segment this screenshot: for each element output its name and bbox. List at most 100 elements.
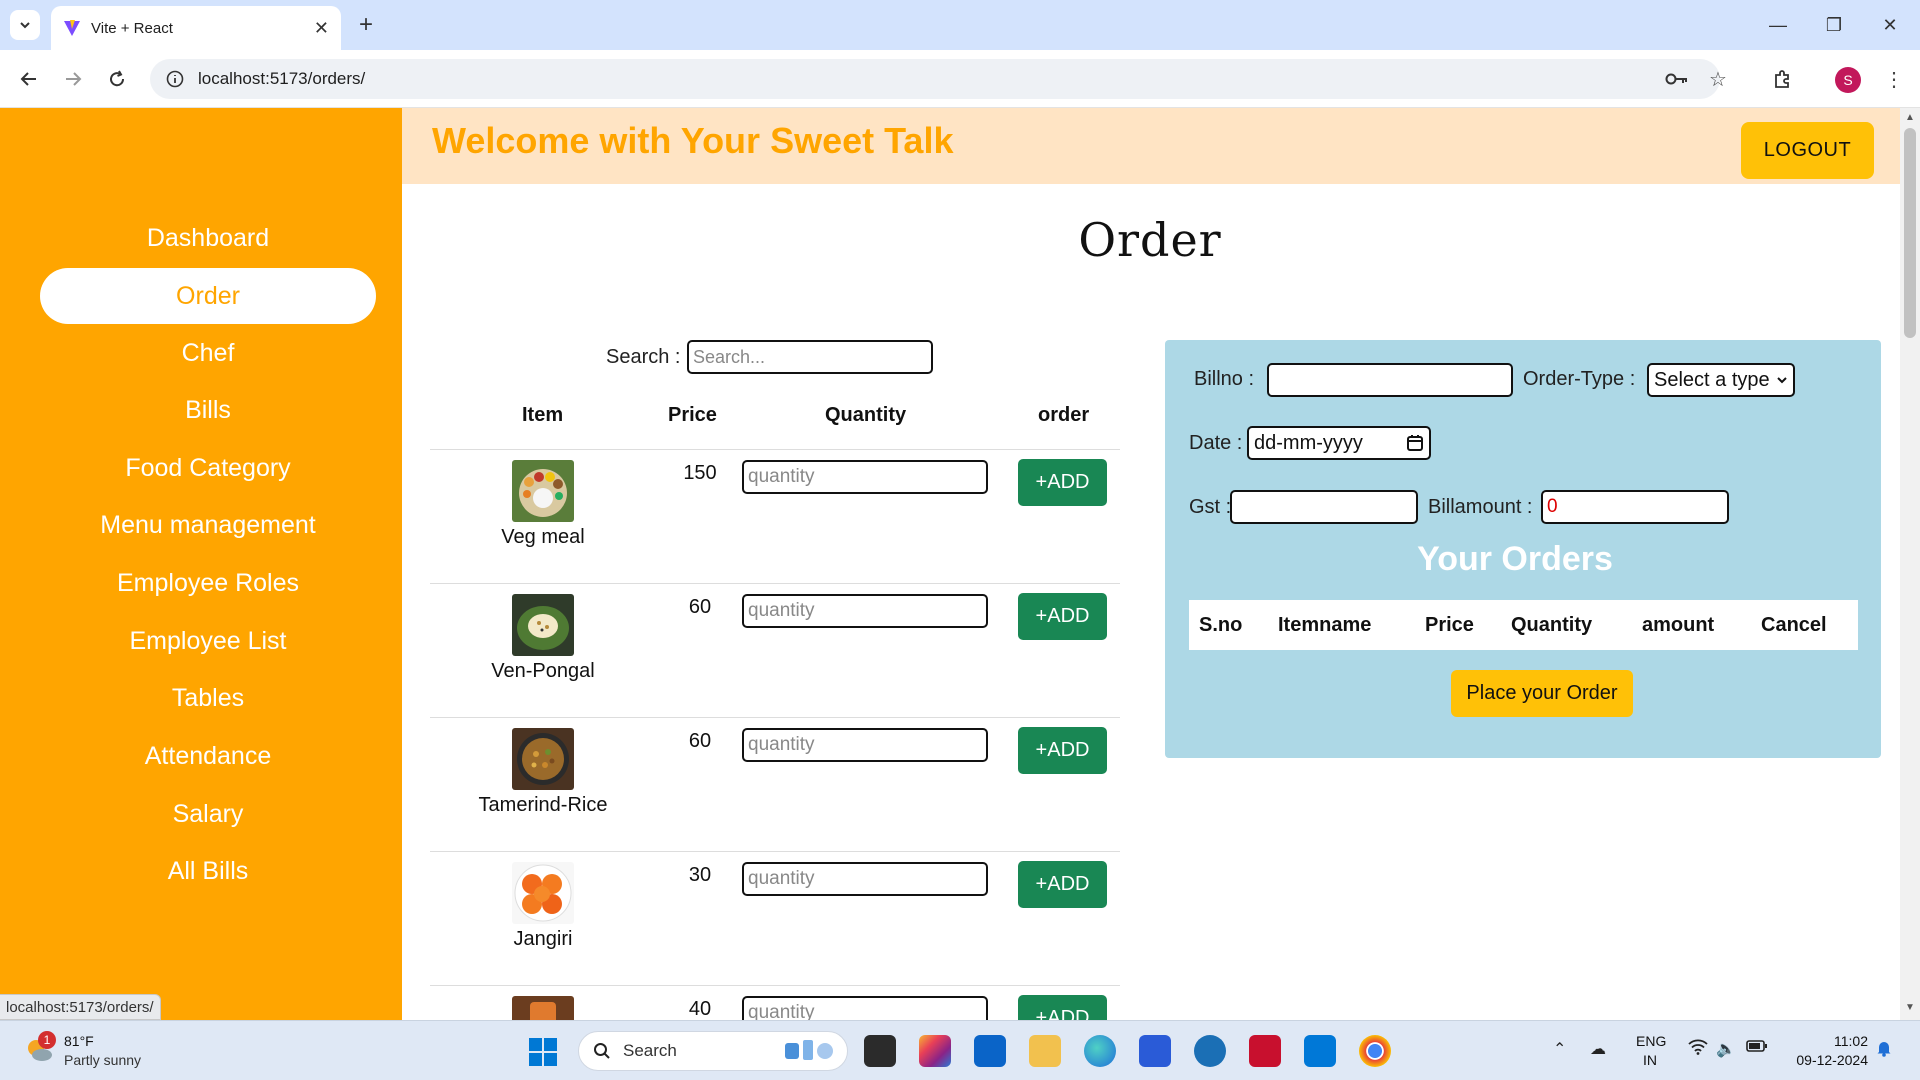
arrow-right-icon: [66, 72, 82, 86]
scroll-down-icon[interactable]: ▼: [1904, 1002, 1916, 1013]
gst-input[interactable]: [1230, 490, 1418, 524]
back-button[interactable]: [14, 64, 44, 94]
chrome-app-icon[interactable]: [1359, 1035, 1391, 1067]
browser-menu-icon[interactable]: ⋮: [1879, 64, 1909, 94]
sidebar-item-food-category[interactable]: Food Category: [40, 440, 376, 496]
sidebar-item-employee-roles[interactable]: Employee Roles: [40, 555, 376, 611]
order-type-select[interactable]: Select a type: [1647, 363, 1795, 397]
veg-meal-image: [512, 460, 574, 522]
dell-app-icon[interactable]: [1194, 1035, 1226, 1067]
status-bar-url: localhost:5173/orders/: [0, 994, 161, 1020]
wifi-icon[interactable]: [1688, 1039, 1708, 1060]
billno-label: Billno :: [1194, 368, 1255, 390]
sidebar-item-order[interactable]: Order: [40, 268, 376, 324]
page-scrollbar[interactable]: ▲ ▼: [1900, 108, 1920, 1020]
column-header-quantity: Quantity: [825, 404, 907, 426]
weather-notification-badge: 1: [38, 1031, 56, 1049]
battery-icon[interactable]: [1746, 1039, 1768, 1058]
column-header-cancel: Cancel: [1761, 614, 1827, 636]
chevron-down-icon: [1777, 377, 1787, 384]
close-window-button[interactable]: ✕: [1862, 0, 1918, 50]
notification-bell-icon[interactable]: [1876, 1039, 1892, 1062]
scroll-up-icon[interactable]: ▲: [1904, 112, 1916, 123]
clock-date[interactable]: 09-12-2024: [1786, 1052, 1868, 1068]
site-info-icon[interactable]: [166, 70, 184, 88]
add-button[interactable]: +ADD: [1018, 727, 1107, 774]
tab-search-button[interactable]: [10, 10, 40, 40]
drink-image: [512, 996, 574, 1020]
add-button[interactable]: +ADD: [1018, 593, 1107, 640]
taskbar-search-label: Search: [623, 1041, 677, 1060]
calendar-icon[interactable]: [1406, 434, 1424, 452]
onedrive-cloud-icon[interactable]: ☁: [1590, 1039, 1606, 1059]
welcome-title: Welcome with Your Sweet Talk: [432, 120, 954, 161]
copilot-app-icon[interactable]: [919, 1035, 951, 1067]
file-explorer-app-icon[interactable]: [1029, 1035, 1061, 1067]
date-input[interactable]: dd-mm-yyyy: [1247, 426, 1431, 460]
language-region[interactable]: IN: [1643, 1052, 1657, 1068]
sidebar-item-employee-list[interactable]: Employee List: [40, 613, 376, 669]
reload-icon: [110, 70, 125, 87]
vscode-app-icon[interactable]: [1304, 1035, 1336, 1067]
reload-button[interactable]: [102, 64, 132, 94]
sidebar-item-attendance[interactable]: Attendance: [40, 728, 376, 784]
quantity-input[interactable]: [742, 996, 988, 1020]
date-placeholder: dd-mm-yyyy: [1254, 431, 1363, 454]
sidebar-item-bills[interactable]: Bills: [40, 382, 376, 438]
top-header: Welcome with Your Sweet Talk LOGOUT: [402, 108, 1900, 184]
place-order-button[interactable]: Place your Order: [1451, 670, 1633, 717]
sidebar-item-menu-management[interactable]: Menu management: [40, 497, 376, 553]
bookmark-star-icon[interactable]: ☆: [1703, 64, 1733, 94]
sidebar-item-salary[interactable]: Salary: [40, 786, 376, 842]
weather-description[interactable]: Partly sunny: [64, 1052, 141, 1068]
order-type-selected: Select a type: [1654, 368, 1770, 391]
close-tab-icon[interactable]: ✕: [314, 18, 329, 39]
profile-avatar[interactable]: S: [1835, 67, 1861, 93]
sidebar-item-chef[interactable]: Chef: [40, 325, 376, 381]
language-indicator[interactable]: ENG: [1636, 1033, 1666, 1049]
billamount-input[interactable]: [1541, 490, 1729, 524]
quantity-input[interactable]: [742, 594, 988, 628]
quantity-input[interactable]: [742, 460, 988, 494]
minimize-button[interactable]: —: [1750, 0, 1806, 50]
url-text[interactable]: localhost:5173/orders/: [198, 69, 365, 89]
add-button[interactable]: +ADD: [1018, 861, 1107, 908]
password-key-icon[interactable]: [1662, 64, 1692, 94]
extensions-icon[interactable]: [1767, 64, 1797, 94]
clock-time[interactable]: 11:02: [1826, 1033, 1868, 1049]
add-button[interactable]: +ADD: [1018, 995, 1107, 1020]
item-price: 150: [683, 462, 717, 484]
address-bar[interactable]: localhost:5173/orders/: [150, 59, 1720, 99]
weather-temperature[interactable]: 81°F: [64, 1033, 94, 1049]
edge-app-icon[interactable]: [1084, 1035, 1116, 1067]
column-header-price: Price: [1425, 614, 1474, 636]
mcafee-app-icon[interactable]: [1249, 1035, 1281, 1067]
task-view-app-icon[interactable]: [864, 1035, 896, 1067]
quantity-input[interactable]: [742, 862, 988, 896]
sidebar-item-all-bills[interactable]: All Bills: [40, 843, 376, 899]
orders-table: S.no Itemname Price Quantity amount Canc…: [1189, 600, 1858, 650]
scroll-thumb[interactable]: [1904, 128, 1916, 338]
search-input[interactable]: [687, 340, 933, 374]
new-tab-button[interactable]: +: [352, 11, 380, 39]
date-label: Date :: [1189, 432, 1243, 454]
billno-input[interactable]: [1267, 363, 1513, 397]
add-button[interactable]: +ADD: [1018, 459, 1107, 506]
column-header-quantity: Quantity: [1511, 614, 1593, 636]
volume-icon[interactable]: 🔈: [1716, 1039, 1736, 1059]
microsoft-store-app-icon[interactable]: [1139, 1035, 1171, 1067]
forward-button[interactable]: [58, 64, 88, 94]
restore-button[interactable]: ❐: [1806, 0, 1862, 50]
sidebar-item-dashboard[interactable]: Dashboard: [40, 210, 376, 266]
taskbar-search-box[interactable]: Search: [578, 1031, 848, 1071]
quantity-input[interactable]: [742, 728, 988, 762]
windows-start-icon[interactable]: [528, 1037, 558, 1067]
column-header-price: Price: [668, 404, 717, 426]
outlook-app-icon[interactable]: [974, 1035, 1006, 1067]
show-hidden-icons-icon[interactable]: ⌃: [1553, 1039, 1566, 1059]
item-price: 40: [688, 998, 712, 1020]
logout-button[interactable]: LOGOUT: [1741, 122, 1874, 179]
browser-tab[interactable]: Vite + React ✕: [51, 6, 341, 50]
sidebar-item-tables[interactable]: Tables: [40, 670, 376, 726]
billamount-label: Billamount :: [1428, 496, 1533, 518]
